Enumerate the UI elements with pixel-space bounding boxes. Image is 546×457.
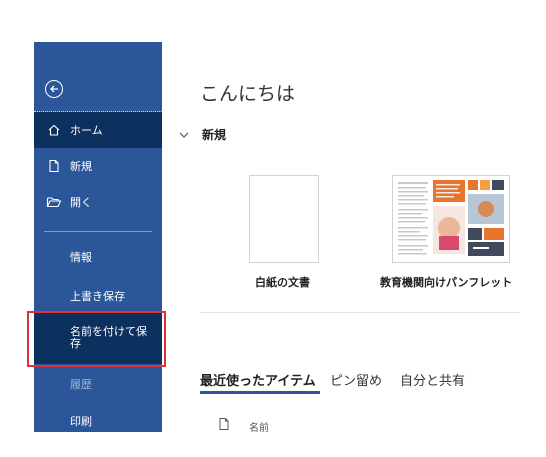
template-label: 教育機関向けパンフレット bbox=[380, 276, 513, 289]
new-document-icon bbox=[46, 158, 62, 174]
section-title: 新規 bbox=[202, 128, 227, 142]
greeting-title: こんにちは bbox=[200, 83, 296, 105]
sidebar-item-history[interactable]: 履歴 bbox=[34, 376, 162, 392]
active-tab-indicator bbox=[200, 391, 320, 394]
sidebar-item-label: ホーム bbox=[70, 124, 103, 137]
template-label: 白紙の文書 bbox=[255, 276, 310, 289]
divider bbox=[200, 312, 520, 313]
back-arrow-icon[interactable] bbox=[45, 80, 63, 98]
sidebar-item-print[interactable]: 印刷 bbox=[34, 413, 162, 429]
home-icon bbox=[46, 122, 62, 138]
sidebar-item-overwrite-save[interactable]: 上書き保存 bbox=[34, 288, 162, 304]
brochure-template-thumbnail[interactable] bbox=[392, 175, 510, 263]
chevron-down-icon bbox=[179, 132, 189, 138]
backstage-sidebar: ホーム 新規 開く 情報 上書き保存 名前を付けて保存 履歴 印刷 bbox=[34, 42, 162, 432]
sidebar-item-info[interactable]: 情報 bbox=[34, 249, 162, 265]
sidebar-item-open[interactable]: 開く bbox=[34, 184, 162, 220]
sidebar-item-new[interactable]: 新規 bbox=[34, 148, 162, 184]
sidebar-item-home[interactable]: ホーム bbox=[34, 112, 162, 148]
file-icon bbox=[219, 418, 229, 430]
tab-pinned[interactable]: ピン留め bbox=[330, 370, 382, 389]
new-section-toggle[interactable]: 新規 bbox=[178, 126, 226, 143]
sidebar-item-label: 新規 bbox=[70, 160, 92, 173]
blank-document-template[interactable] bbox=[249, 175, 319, 263]
sidebar-separator bbox=[44, 231, 152, 232]
save-as-highlight-box bbox=[27, 311, 166, 367]
column-header-name[interactable]: 名前 bbox=[249, 419, 269, 434]
tab-recent[interactable]: 最近使ったアイテム bbox=[200, 370, 316, 389]
tab-shared[interactable]: 自分と共有 bbox=[400, 370, 465, 389]
sidebar-item-label: 開く bbox=[70, 196, 92, 209]
folder-open-icon bbox=[46, 194, 62, 210]
